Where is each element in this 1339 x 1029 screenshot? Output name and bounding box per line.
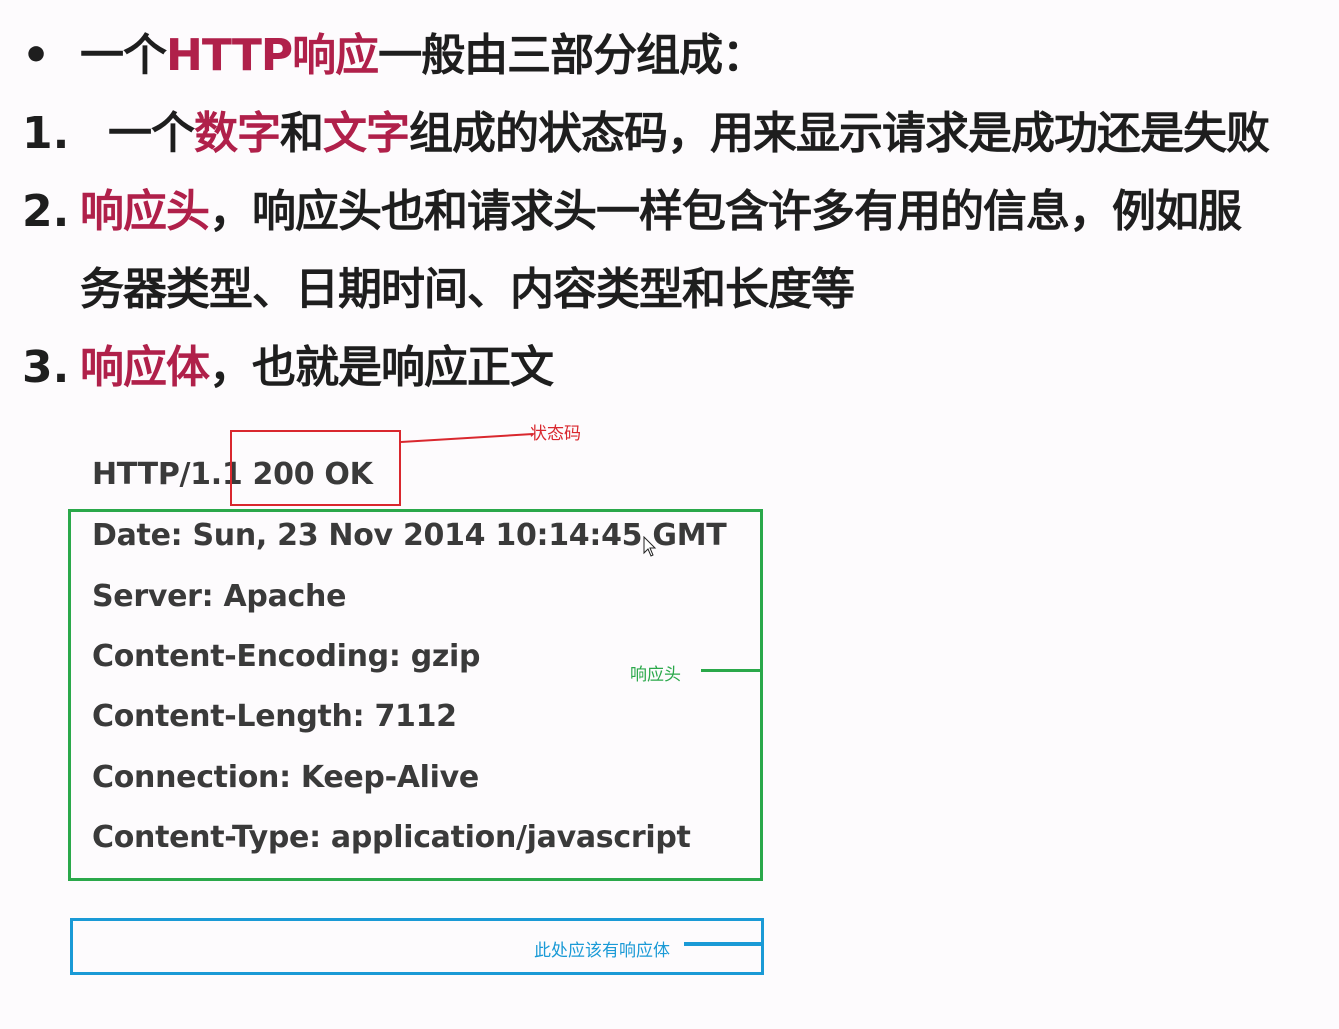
bullet-marker: •: [22, 30, 51, 81]
intro-pre: 一个: [80, 30, 167, 81]
item-2-line: 响应头，响应头也和请求头一样包含许多有用的信息，例如服: [80, 184, 1242, 240]
item-1-text-b: 和: [280, 108, 324, 159]
item-1-marker: 1.: [22, 108, 70, 159]
item-1-highlight-number: 数字: [194, 108, 281, 159]
item-1-text-c: 组成的状态码，用来显示请求是成功还是失败: [409, 108, 1270, 159]
intro-post: 一般由三部分组成：: [378, 30, 766, 81]
item-1-text-a: 一个: [108, 108, 195, 159]
status-code-connector: [400, 433, 534, 443]
intro-highlight: HTTP响应: [166, 30, 379, 81]
response-body-connector: [684, 942, 762, 946]
item-2-highlight: 响应头: [80, 186, 210, 237]
status-code-box: [230, 430, 401, 506]
item-2-continuation: 务器类型、日期时间、内容类型和长度等: [80, 264, 855, 315]
response-headers-label: 响应头: [630, 665, 681, 685]
response-body-label: 此处应该有响应体: [534, 941, 670, 961]
item-2-marker: 2.: [22, 186, 70, 237]
response-headers-box: [68, 509, 763, 881]
item-3-highlight: 响应体: [80, 342, 210, 393]
item-3-line: 响应体，也就是响应正文: [80, 340, 554, 396]
response-headers-connector: [701, 669, 761, 672]
item-3-text: ，也就是响应正文: [209, 342, 554, 393]
intro-line: 一个HTTP响应一般由三部分组成：: [80, 28, 766, 84]
status-code-label: 状态码: [530, 424, 581, 444]
item-2-text: ，响应头也和请求头一样包含许多有用的信息，例如服: [209, 186, 1242, 237]
item-1-highlight-text: 文字: [323, 108, 410, 159]
item-3-marker: 3.: [22, 342, 70, 393]
item-1-line: 一个数字和文字组成的状态码，用来显示请求是成功还是失败: [108, 106, 1270, 162]
